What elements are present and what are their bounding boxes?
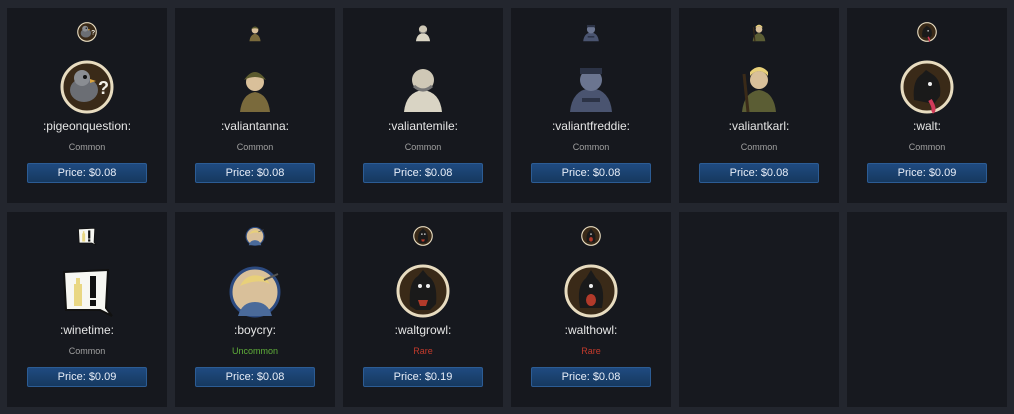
emote-card[interactable]: ? ? :pigeonquestion: Common Price: $0.08 [7,8,167,203]
emote-name: :winetime: [59,323,115,337]
emote-name: :pigeonquestion: [42,119,132,133]
valiant-emile-icon [396,60,450,114]
emote-name: :valiantemile: [387,119,459,133]
price-button[interactable]: Price: $0.08 [699,163,819,183]
emote-card[interactable]: :walt: Common Price: $0.09 [847,8,1007,203]
price-button[interactable]: Price: $0.09 [867,163,987,183]
pigeon-question-icon: ? [60,60,114,114]
price-button[interactable]: Price: $0.09 [27,367,147,387]
walt-growl-icon [396,264,450,318]
valiant-karl-icon [732,60,786,114]
emote-card[interactable]: :valiantkarl: Common Price: $0.08 [679,8,839,203]
emote-name: :valiantfreddie: [551,119,631,133]
svg-text:?: ? [91,30,95,37]
emote-card[interactable]: :valiantanna: Common Price: $0.08 [175,8,335,203]
emote-name: :valiantanna: [220,119,290,133]
valiant-emile-small-icon [413,22,433,42]
emote-card[interactable]: :winetime: Common Price: $0.09 [7,212,167,407]
emote-name: :waltgrowl: [394,323,452,337]
price-button[interactable]: Price: $0.08 [195,367,315,387]
valiant-karl-small-icon [749,22,769,42]
emote-name: :walthowl: [564,323,618,337]
walt-howl-small-icon [581,226,601,246]
emote-card[interactable]: :waltgrowl: Rare Price: $0.19 [343,212,503,407]
price-button[interactable]: Price: $0.19 [363,367,483,387]
emote-name: :boycry: [233,323,276,337]
pigeon-question-small-icon: ? [77,22,97,42]
emote-name: :walt: [912,119,941,133]
emote-rarity: Common [908,142,946,152]
empty-slot [847,212,1007,407]
price-button[interactable]: Price: $0.08 [363,163,483,183]
emote-rarity: Common [404,142,442,152]
emote-rarity: Uncommon [231,346,278,356]
valiant-anna-icon [228,60,282,114]
valiant-freddie-small-icon [581,22,601,42]
walt-dog-icon [900,60,954,114]
emote-rarity: Common [68,346,106,356]
walt-dog-small-icon [917,22,937,42]
wine-time-icon [60,264,114,318]
emote-name: :valiantkarl: [728,119,790,133]
price-button[interactable]: Price: $0.08 [531,163,651,183]
emote-rarity: Rare [413,346,433,356]
boy-cry-icon [228,264,282,318]
emote-rarity: Common [572,142,610,152]
emote-card[interactable]: :valiantfreddie: Common Price: $0.08 [511,8,671,203]
valiant-freddie-icon [564,60,618,114]
walt-howl-icon [564,264,618,318]
walt-growl-small-icon [413,226,433,246]
emote-card[interactable]: :valiantemile: Common Price: $0.08 [343,8,503,203]
price-button[interactable]: Price: $0.08 [531,367,651,387]
wine-time-small-icon [77,226,97,246]
empty-slot [679,212,839,407]
emote-rarity: Common [236,142,274,152]
emote-rarity: Common [740,142,778,152]
emote-card[interactable]: :walthowl: Rare Price: $0.08 [511,212,671,407]
boy-cry-small-icon [245,226,265,246]
emote-grid: ? ? :pigeonquestion: Common Price: $0.08… [7,8,1007,407]
emote-rarity: Common [68,142,106,152]
price-button[interactable]: Price: $0.08 [195,163,315,183]
price-button[interactable]: Price: $0.08 [27,163,147,183]
svg-text:?: ? [98,78,109,98]
emote-card[interactable]: :boycry: Uncommon Price: $0.08 [175,212,335,407]
valiant-anna-small-icon [245,22,265,42]
emote-rarity: Rare [581,346,601,356]
